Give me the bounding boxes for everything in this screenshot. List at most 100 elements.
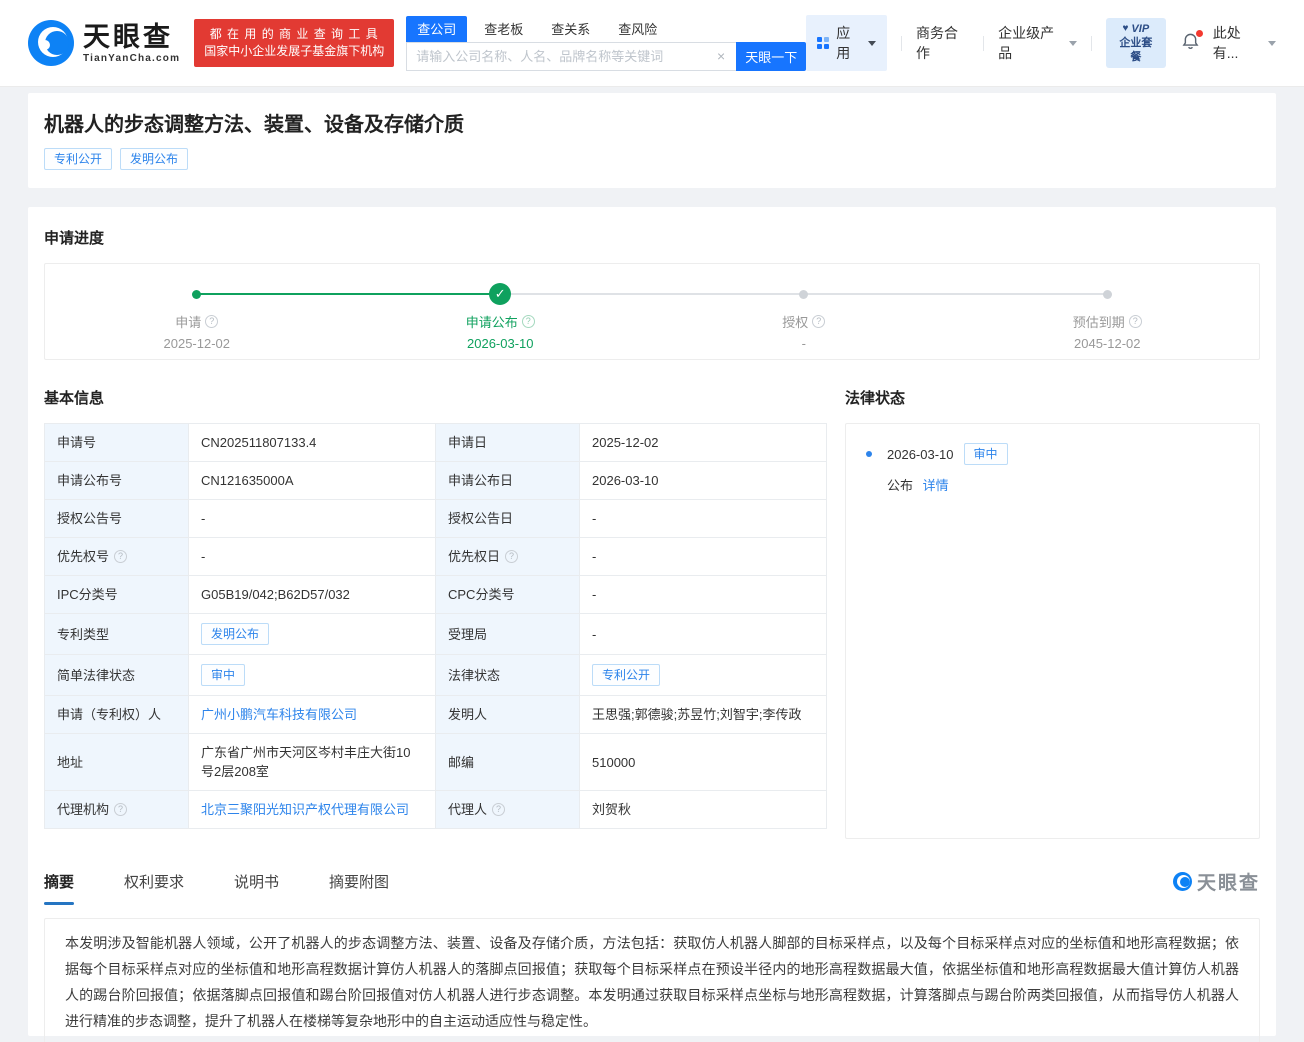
tianyancha-logo-icon [28, 20, 74, 66]
field-label: 发明人 [448, 707, 488, 722]
help-icon[interactable]: ? [114, 803, 128, 816]
bullet-icon [866, 451, 872, 457]
step-date: 2026-03-10 [467, 336, 534, 351]
divider [983, 35, 985, 51]
tab-specification[interactable]: 说明书 [234, 871, 279, 905]
legal-status-heading: 法律状态 [845, 390, 906, 407]
help-icon[interactable]: ? [521, 315, 535, 328]
step-date: 2045-12-02 [1074, 336, 1141, 351]
progress-heading: 申请进度 [44, 230, 105, 247]
table-row: 地址 广东省广州市天河区岑村丰庄大街10号2层208室 邮编 510000 [44, 733, 827, 791]
search-tab-relation[interactable]: 查关系 [540, 16, 601, 42]
enterprise-products-label: 企业级产品 [998, 25, 1055, 61]
search-tab-company[interactable]: 查公司 [406, 15, 468, 42]
simple-legal-status-tag: 审中 [201, 664, 246, 686]
apps-menu-button[interactable]: 应用 [806, 15, 888, 71]
brand-domain: TianYanCha.com [83, 52, 181, 64]
field-label: 优先权日 [448, 549, 501, 564]
table-row: 申请号 CN202511807133.4 申请日 2025-12-02 [44, 423, 827, 462]
promo-banner: 都 在 用 的 商 业 查 询 工 具 国家中小企业发展子基金旗下机构 [194, 19, 395, 67]
field-label: 法律状态 [448, 667, 501, 683]
field-label: 申请日 [448, 435, 488, 450]
search-area: 查公司 查老板 查关系 查风险 × 天眼一下 [406, 15, 807, 71]
help-icon[interactable]: ? [492, 803, 506, 816]
applicant-company-link[interactable]: 广州小鹏汽车科技有限公司 [201, 707, 357, 722]
timeline-step-estimated-expiry: 预估到期 ? 2045-12-02 [956, 264, 1260, 359]
legal-status-action: 公布 详情 [887, 475, 1239, 494]
search-tab-boss[interactable]: 查老板 [473, 16, 534, 42]
table-row: IPC分类号 G05B19/042;B62D57/032 CPC分类号 - [44, 575, 827, 614]
application-number: CN202511807133.4 [201, 435, 317, 450]
field-label: 申请公布日 [448, 473, 514, 488]
address: 广东省广州市天河区岑村丰庄大街10号2层208室 [201, 745, 411, 779]
help-icon[interactable]: ? [812, 315, 826, 328]
step-date: 2025-12-02 [163, 336, 231, 351]
publication-number: CN121635000A [201, 473, 294, 488]
step-label: 授权 [782, 315, 809, 330]
agency-link[interactable]: 北京三聚阳光知识产权代理有限公司 [201, 802, 409, 817]
help-icon[interactable]: ? [1128, 315, 1142, 328]
field-label: 专利类型 [57, 626, 110, 642]
patent-type-tag: 发明公布 [201, 623, 270, 645]
field-label: 受理局 [448, 626, 488, 642]
watermark-text: 天眼查 [1196, 873, 1260, 894]
table-row: 专利类型 发明公布 受理局 - [44, 613, 827, 655]
user-menu[interactable]: 此处有... [1212, 23, 1277, 63]
search-tab-risk[interactable]: 查风险 [607, 16, 668, 42]
promo-banner-line2: 国家中小企业发展子基金旗下机构 [204, 44, 385, 58]
user-menu-label: 此处有... [1212, 25, 1241, 61]
brand-name: 天眼查 [83, 21, 173, 52]
tianyancha-watermark-icon [1172, 872, 1192, 891]
priority-date: - [592, 549, 597, 564]
apps-label: 应用 [836, 25, 851, 61]
search-input-box: × [406, 41, 737, 71]
field-label: 申请（专利权）人 [57, 707, 162, 722]
detail-link[interactable]: 详情 [923, 478, 949, 493]
legal-status-tag: 专利公开 [592, 664, 661, 686]
notification-bell-icon[interactable] [1181, 30, 1203, 54]
table-row: 代理机构? 北京三聚阳光知识产权代理有限公司 代理人? 刘贺秋 [44, 790, 827, 829]
vip-label: VIP [1131, 23, 1150, 35]
tianyancha-logo[interactable]: 天眼查 TianYanCha.com [28, 20, 180, 66]
vip-package-button[interactable]: ♥ VIP 企业套餐 [1105, 18, 1166, 68]
apps-grid-icon [817, 37, 830, 49]
step-label: 申请 [175, 315, 202, 330]
nav-business-cooperation[interactable]: 商务合作 [916, 23, 969, 63]
tab-abstract[interactable]: 摘要 [44, 871, 74, 905]
patent-title-card: 机器人的步态调整方法、装置、设备及存储介质 专利公开 发明公布 [28, 93, 1276, 188]
table-row: 申请（专利权）人 广州小鹏汽车科技有限公司 发明人 王思强;郭德骏;苏昱竹;刘智… [44, 695, 827, 734]
help-icon[interactable]: ? [205, 315, 219, 328]
field-label: 地址 [57, 754, 84, 770]
help-icon[interactable]: ? [114, 550, 128, 563]
field-label: 授权公告日 [448, 511, 514, 526]
divider [901, 35, 903, 51]
table-row: 授权公告号 - 授权公告日 - [44, 499, 827, 538]
field-label: 简单法律状态 [57, 667, 136, 683]
field-label: CPC分类号 [448, 587, 515, 602]
table-row: 优先权号? - 优先权日? - [44, 537, 827, 576]
tag-invention-publication: 发明公布 [120, 148, 189, 170]
help-icon[interactable]: ? [505, 550, 519, 563]
postal-code: 510000 [592, 754, 636, 770]
vip-package-label: 企业套餐 [1119, 37, 1153, 63]
timeline-dot-done [192, 289, 202, 299]
search-input[interactable] [416, 48, 716, 64]
inventors: 王思强;郭德骏;苏昱竹;刘智宇;李传政 [592, 707, 802, 722]
divider [1090, 35, 1092, 51]
timeline-step-grant: 授权 ? - [652, 264, 956, 359]
accepting-office: - [592, 626, 597, 642]
nav-enterprise-products[interactable]: 企业级产品 [998, 23, 1077, 63]
search-button[interactable]: 天眼一下 [736, 41, 807, 71]
notification-dot [1195, 30, 1203, 37]
page-title: 机器人的步态调整方法、装置、设备及存储介质 [44, 114, 464, 136]
legal-status-item-tag: 审中 [963, 443, 1008, 465]
clear-search-icon[interactable]: × [715, 48, 727, 64]
field-label: 申请号 [57, 435, 97, 450]
step-label: 申请公布 [465, 315, 518, 330]
tab-abstract-figure[interactable]: 摘要附图 [329, 871, 389, 905]
cpc-class: - [592, 587, 597, 602]
tab-claims[interactable]: 权利要求 [124, 871, 184, 905]
legal-status-item: 2026-03-10 审中 [866, 443, 1239, 465]
content-tabs: 摘要 权利要求 说明书 摘要附图 天眼查 [44, 868, 1260, 905]
tianyancha-watermark: 天眼查 [1172, 868, 1260, 905]
